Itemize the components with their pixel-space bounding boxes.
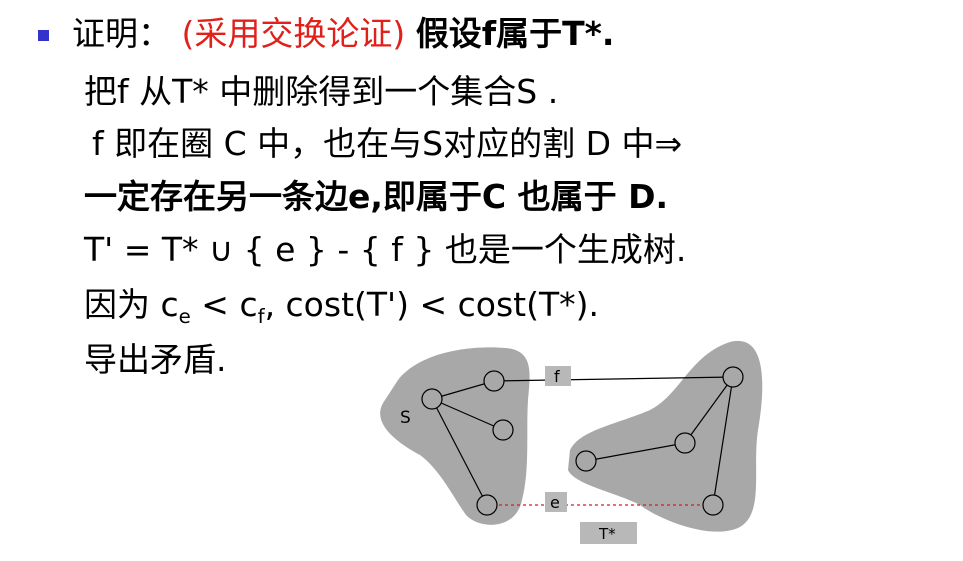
node-left-right: [575, 450, 597, 472]
node-s: [421, 388, 443, 410]
label-tstar: T*: [598, 525, 616, 543]
node-top-right: [722, 366, 744, 388]
node-mid-right: [674, 432, 696, 454]
node-top-left: [483, 370, 505, 392]
node-bottom-right: [702, 494, 724, 516]
spanning-tree-diagram: S f e T*: [380, 340, 763, 544]
label-e: e: [550, 493, 560, 512]
label-f: f: [554, 367, 560, 386]
node-bottom-left: [476, 494, 498, 516]
node-mid-left: [492, 419, 514, 441]
label-s: S: [400, 408, 411, 428]
